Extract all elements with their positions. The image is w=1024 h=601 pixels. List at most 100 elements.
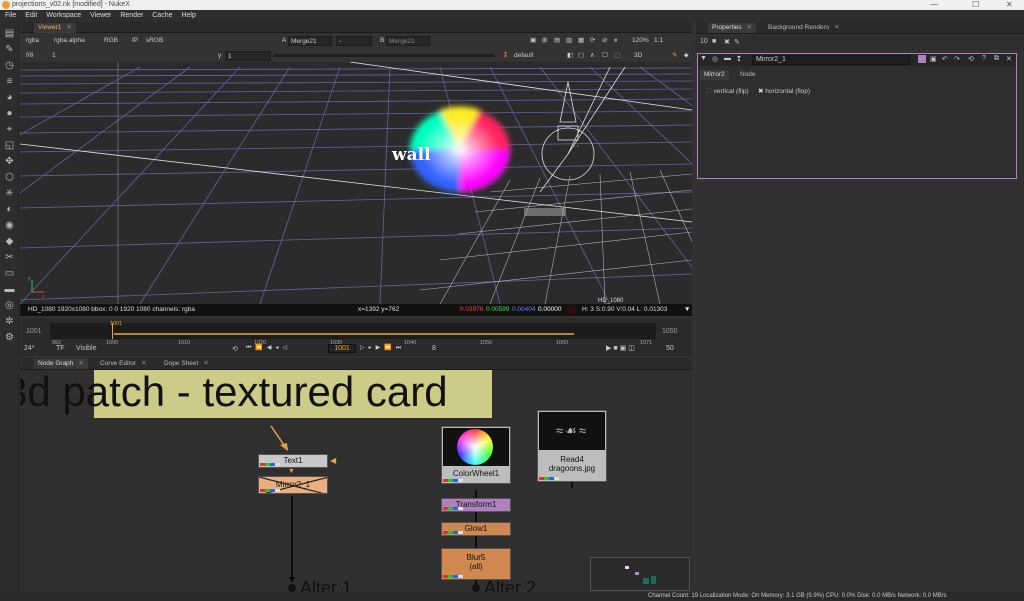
menu-cache[interactable]: Cache xyxy=(152,12,172,19)
node-graph-minimap[interactable] xyxy=(590,557,690,591)
tab-dope-sheet[interactable]: Dope Sheet ✕ xyxy=(160,359,213,369)
gain-slider[interactable] xyxy=(274,54,494,57)
angle-icon[interactable]: ∧ xyxy=(588,51,597,61)
metadata-tool-icon[interactable]: ◆ xyxy=(4,236,15,247)
menu-edit[interactable]: Edit xyxy=(25,12,37,19)
card-object[interactable] xyxy=(524,208,566,216)
menu-file[interactable]: File xyxy=(5,12,16,19)
b-input-dropdown[interactable]: Merge21 xyxy=(386,36,430,46)
question-icon[interactable]: ? xyxy=(982,55,986,62)
subtab-mirror2[interactable]: Mirror2 xyxy=(700,70,729,80)
draw-tool-icon[interactable]: ✎ xyxy=(4,44,15,55)
refresh-icon[interactable]: ⟳ xyxy=(588,36,597,46)
camera-icon[interactable]: ⬚ xyxy=(612,51,622,61)
font-color-icon[interactable]: ▣ xyxy=(930,55,937,63)
keyer-tool-icon[interactable]: ⌖ xyxy=(4,124,15,135)
float-panel-icon[interactable]: ⧉ xyxy=(994,55,999,63)
toolsets-tool-icon[interactable]: ✂ xyxy=(4,252,15,263)
rgb-dropdown[interactable]: RGB xyxy=(102,36,120,46)
close-icon[interactable]: ✕ xyxy=(78,360,83,367)
merge-tool-icon[interactable]: ◱ xyxy=(4,140,15,151)
frame-step-field[interactable]: 1 xyxy=(50,51,58,61)
tab-viewer1[interactable]: Viewer1 ✕ xyxy=(34,23,76,33)
filter-tool-icon[interactable]: ● xyxy=(4,108,15,119)
menu-render[interactable]: Render xyxy=(120,12,143,19)
guides-icon[interactable]: ⊞ xyxy=(540,36,549,46)
overlay-icon[interactable]: ▢ xyxy=(576,51,586,61)
close-icon[interactable]: ✕ xyxy=(141,360,146,367)
lut-dropdown[interactable]: default xyxy=(512,51,536,61)
node-graph[interactable]: 3d patch - textured card Text1 ◀ ▼ Mirro… xyxy=(20,370,692,592)
a-input-dropdown[interactable]: Merge21 xyxy=(288,36,332,46)
tab-node-graph[interactable]: Node Graph ✕ xyxy=(34,359,88,369)
playback-mode-icons[interactable]: ▶■▣◫ xyxy=(606,344,637,352)
node-mirror2-1[interactable]: Mirror2_1 xyxy=(258,476,328,494)
help-icon[interactable]: ❢ xyxy=(736,55,742,63)
views-tool-icon[interactable]: ◉ xyxy=(4,220,15,231)
timeline-track[interactable]: 1001 xyxy=(50,321,656,339)
close-button[interactable]: ✕ xyxy=(1006,0,1013,10)
clear-panels-icon[interactable]: ✖ xyxy=(724,38,730,46)
compare-op-dropdown[interactable]: - xyxy=(336,36,372,46)
ratio-dropdown[interactable]: 1:1 xyxy=(652,36,665,46)
node-blur5[interactable]: Blur5 (all) xyxy=(441,548,511,580)
close-icon[interactable]: ✕ xyxy=(203,360,208,367)
tab-properties[interactable]: Properties ✕ xyxy=(708,23,757,33)
pin-icon[interactable]: ⬥ xyxy=(682,51,691,61)
timeline-end[interactable]: 1050 xyxy=(662,328,678,335)
undo-icon[interactable]: ↶ xyxy=(942,55,948,63)
lut-icon[interactable]: ⁑ xyxy=(502,51,509,61)
node-glow1[interactable]: Glow1 xyxy=(441,522,511,536)
close-icon[interactable]: ✕ xyxy=(66,24,71,31)
menu-viewer[interactable]: Viewer xyxy=(90,12,111,19)
node-colorwheel1[interactable]: ColorWheel1 xyxy=(441,426,511,484)
subtab-node[interactable]: Node xyxy=(736,70,760,80)
alpha-dropdown[interactable]: rgba.alpha xyxy=(52,36,87,46)
mask-icon[interactable]: ▤ xyxy=(552,36,562,46)
visible-dropdown[interactable]: Visible xyxy=(76,345,97,352)
deep-tool-icon[interactable]: ◐ xyxy=(4,204,15,215)
status-expand-icon[interactable]: ▼ xyxy=(684,304,690,316)
current-frame-field[interactable]: 1001 xyxy=(328,344,356,353)
menu-help[interactable]: Help xyxy=(181,12,195,19)
safe-area-icon[interactable]: ▥ xyxy=(564,36,574,46)
end-frame-field[interactable]: 50 xyxy=(666,345,674,352)
node-color-icon[interactable]: ◎ xyxy=(712,55,718,63)
cara-tool-icon[interactable]: ◎ xyxy=(4,300,15,311)
tile-color-button[interactable] xyxy=(918,55,926,63)
3d-tool-icon[interactable]: ⬡ xyxy=(4,172,15,183)
clip-warning-icon[interactable]: ⊘ xyxy=(600,36,609,46)
collapse-icon[interactable]: ▼ xyxy=(700,55,707,62)
image-tool-icon[interactable]: ▤ xyxy=(4,28,15,39)
view-mode-dropdown[interactable]: 3D xyxy=(632,51,644,61)
channels-dropdown[interactable]: rgba xyxy=(24,36,41,46)
tab-background-renders[interactable]: Background Renders ✕ xyxy=(764,23,844,33)
node-text1[interactable]: Text1 xyxy=(258,454,328,468)
zoom-dropdown[interactable]: 120% xyxy=(630,36,651,46)
wipe-icon[interactable]: ◧ xyxy=(565,51,575,61)
pause-icon[interactable]: ⏸ xyxy=(612,36,619,46)
transport-buttons-forward[interactable]: ▷▸▶⏩⏭ xyxy=(360,344,456,353)
colorspace-dropdown[interactable]: sRGB xyxy=(144,36,165,46)
redo-icon[interactable]: ↷ xyxy=(954,55,960,63)
maximize-button[interactable]: ☐ xyxy=(972,0,979,10)
ip-button[interactable]: IP xyxy=(130,36,140,46)
node-transform1[interactable]: Transform1 xyxy=(441,498,511,512)
step-field[interactable]: 8 xyxy=(432,345,436,352)
horizontal-checkbox[interactable]: ✖ xyxy=(758,88,763,95)
proxy-icon[interactable]: ▦ xyxy=(576,36,586,46)
time-tool-icon[interactable]: ◷ xyxy=(4,60,15,71)
roi-icon[interactable]: ▣ xyxy=(528,36,538,46)
furnace-tool-icon[interactable]: ▬ xyxy=(4,284,15,295)
tf-dropdown[interactable]: TF xyxy=(56,345,65,352)
tab-curve-editor[interactable]: Curve Editor ✕ xyxy=(96,359,151,369)
transform-tool-icon[interactable]: ✥ xyxy=(4,156,15,167)
node-read4[interactable]: ≈☙≈ Read4 dragoons.jpg xyxy=(537,410,607,482)
pen-icon[interactable]: ✎ xyxy=(734,38,740,46)
viewer-3d-viewport[interactable]: ◦ ◦ wall y z HD_1080 xyxy=(20,62,692,304)
close-panel-icon[interactable]: ✕ xyxy=(1006,55,1012,63)
max-panels-field[interactable]: 10 xyxy=(700,38,708,45)
vertical-checkbox[interactable]: ☐ xyxy=(706,88,712,95)
menu-workspace[interactable]: Workspace xyxy=(46,12,81,19)
timeline-start[interactable]: 1001 xyxy=(26,328,42,335)
